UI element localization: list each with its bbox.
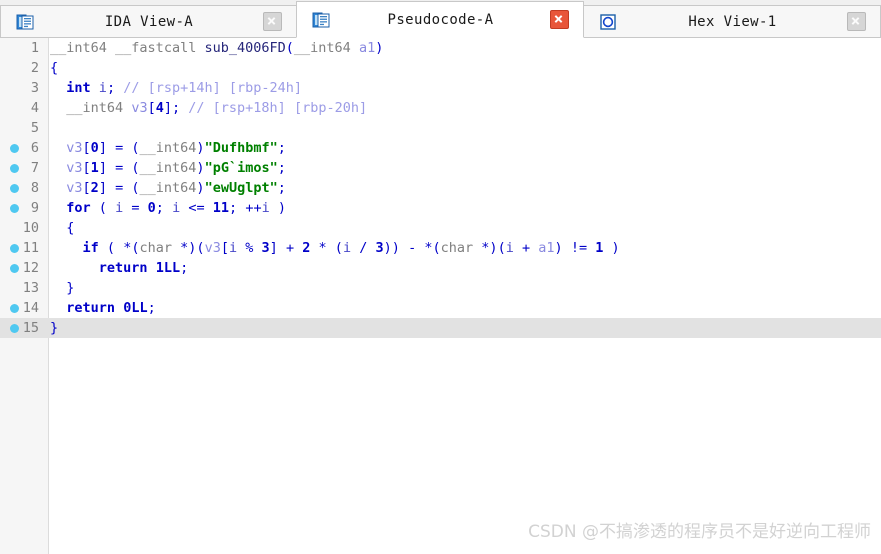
line-code[interactable]: } <box>42 318 881 338</box>
line-number: 10 <box>22 220 39 236</box>
line-code[interactable]: { <box>42 58 881 78</box>
code-line[interactable]: 4 __int64 v3[4]; // [rsp+18h] [rbp-20h] <box>0 98 881 118</box>
line-number: 4 <box>30 100 39 116</box>
document-window-icon <box>311 10 331 30</box>
code-lines[interactable]: 1 __int64 __fastcall sub_4006FD(__int64 a… <box>0 38 881 338</box>
line-code[interactable]: if ( *(char *)(v3[i % 3] + 2 * (i / 3)) … <box>42 238 881 258</box>
tab-pseudocode-a[interactable]: Pseudocode-A <box>296 1 584 38</box>
line-number: 7 <box>30 160 39 176</box>
line-code[interactable]: __int64 v3[4]; // [rsp+18h] [rbp-20h] <box>42 98 881 118</box>
close-icon[interactable] <box>847 12 866 31</box>
line-code[interactable]: for ( i = 0; i <= 11; ++i ) <box>42 198 881 218</box>
code-line[interactable]: 7 v3[1] = (__int64)"pG`imos"; <box>0 158 881 178</box>
line-number: 15 <box>22 320 39 336</box>
line-number: 12 <box>22 260 39 276</box>
tab-label: Pseudocode-A <box>387 11 494 28</box>
line-code[interactable]: v3[2] = (__int64)"ewUglpt"; <box>42 178 881 198</box>
line-number: 2 <box>30 60 39 76</box>
line-code[interactable]: return 1LL; <box>42 258 881 278</box>
line-number: 6 <box>30 140 39 156</box>
line-number: 5 <box>30 120 39 136</box>
breakpoint-marker-icon[interactable] <box>10 244 19 253</box>
line-code[interactable]: return 0LL; <box>42 298 881 318</box>
breakpoint-marker-icon[interactable] <box>10 324 19 333</box>
tab-label: IDA View-A <box>104 13 194 30</box>
breakpoint-marker-icon[interactable] <box>10 264 19 273</box>
line-code[interactable]: __int64 __fastcall sub_4006FD(__int64 a1… <box>42 38 881 58</box>
breakpoint-marker-icon[interactable] <box>10 164 19 173</box>
line-number: 11 <box>22 240 39 256</box>
line-number: 8 <box>30 180 39 196</box>
code-line[interactable]: 12 return 1LL; <box>0 258 881 278</box>
line-number: 9 <box>30 200 39 216</box>
breakpoint-marker-icon[interactable] <box>10 184 19 193</box>
code-line[interactable]: 1 __int64 __fastcall sub_4006FD(__int64 a… <box>0 38 881 58</box>
code-line[interactable]: 5 <box>0 118 881 138</box>
code-line[interactable]: 3 int i; // [rsp+14h] [rbp-24h] <box>0 78 881 98</box>
code-line[interactable]: 13 } <box>0 278 881 298</box>
hex-window-icon <box>598 12 618 32</box>
line-code[interactable]: v3[1] = (__int64)"pG`imos"; <box>42 158 881 178</box>
code-line[interactable]: 10 { <box>0 218 881 238</box>
code-line[interactable]: 11 if ( *(char *)(v3[i % 3] + 2 * (i / 3… <box>0 238 881 258</box>
tab-ida-view-a[interactable]: IDA View-A <box>0 5 297 38</box>
line-code[interactable]: int i; // [rsp+14h] [rbp-24h] <box>42 78 881 98</box>
tab-hex-view-1[interactable]: Hex View-1 <box>583 5 881 38</box>
breakpoint-marker-icon[interactable] <box>10 144 19 153</box>
code-line[interactable]: 2{ <box>0 58 881 78</box>
line-code[interactable]: v3[0] = (__int64)"Dufhbmf"; <box>42 138 881 158</box>
close-icon[interactable] <box>263 12 282 31</box>
code-line[interactable]: 8 v3[2] = (__int64)"ewUglpt"; <box>0 178 881 198</box>
tab-bar: IDA View-A Pseudocode-A Hex View-1 <box>0 0 881 38</box>
line-number: 1 <box>30 40 39 56</box>
tab-label: Hex View-1 <box>688 13 777 30</box>
breakpoint-marker-icon[interactable] <box>10 304 19 313</box>
document-window-icon <box>15 12 35 32</box>
line-code[interactable]: } <box>42 278 881 298</box>
breakpoint-marker-icon[interactable] <box>10 204 19 213</box>
line-number: 14 <box>22 300 39 316</box>
pseudocode-editor[interactable]: 1 __int64 __fastcall sub_4006FD(__int64 a… <box>0 38 881 554</box>
close-icon[interactable] <box>550 10 569 29</box>
line-number: 13 <box>22 280 39 296</box>
code-line[interactable]: 14 return 0LL; <box>0 298 881 318</box>
code-line[interactable]: 9 for ( i = 0; i <= 11; ++i ) <box>0 198 881 218</box>
line-code[interactable]: { <box>42 218 881 238</box>
code-line[interactable]: 6 v3[0] = (__int64)"Dufhbmf"; <box>0 138 881 158</box>
code-line[interactable]: 15} <box>0 318 881 338</box>
watermark-text: CSDN @不搞渗透的程序员不是好逆向工程师 <box>528 522 871 542</box>
line-number: 3 <box>30 80 39 96</box>
